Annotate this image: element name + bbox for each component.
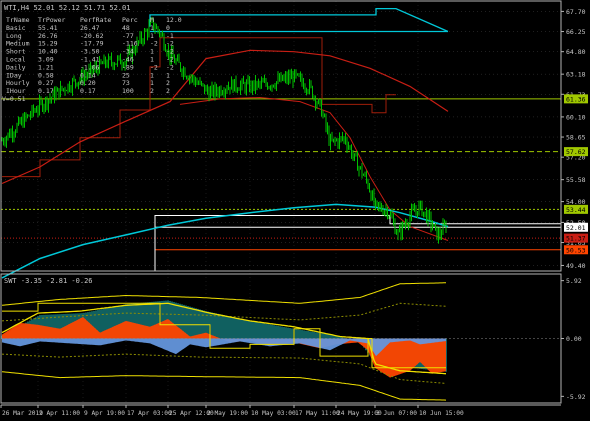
table-cell: 0.17	[80, 87, 96, 95]
table-cell: -1.41	[80, 56, 100, 64]
level-label-text: 57.62	[566, 148, 586, 156]
table-cell: 25	[122, 71, 130, 79]
table-cell: -1.06	[80, 63, 100, 71]
table-cell: 1	[150, 56, 154, 64]
table-cell: 0.58	[38, 71, 54, 79]
price-tick-label: 55.58	[566, 176, 586, 184]
table-cell: IDay	[6, 71, 22, 79]
table-cell: -2	[150, 40, 158, 48]
table-footer: V=0.51	[2, 95, 26, 103]
table-cell: 2	[150, 87, 154, 95]
table-cell: 1	[150, 48, 154, 56]
level-label-text: 50.53	[566, 246, 586, 254]
table-cell: -1	[166, 32, 174, 40]
table-cell: -3.50	[80, 48, 100, 56]
table-cell: 1.21	[38, 63, 54, 71]
price-tick-label: 64.80	[566, 48, 586, 56]
table-header-cell: Perc	[122, 16, 138, 24]
table-cell: -34	[122, 48, 134, 56]
table-cell: 1	[166, 71, 170, 79]
table-header-cell: TrName	[6, 16, 30, 24]
table-cell: -46	[122, 56, 134, 64]
table-cell: -17.79	[80, 40, 104, 48]
price-tick-label: 67.70	[566, 8, 586, 16]
table-header-cell: M	[150, 16, 154, 24]
table-cell: -20.62	[80, 32, 104, 40]
table-cell: Basic	[6, 24, 26, 32]
table-cell: -77	[122, 32, 134, 40]
table-header-cell: TrPower	[38, 16, 65, 24]
price-tick-label: 58.65	[566, 134, 586, 142]
sub-tick-label: 5.92	[566, 277, 582, 285]
level-label-text: 61.36	[566, 95, 586, 103]
table-cell: 26.76	[38, 32, 58, 40]
table-cell: 0	[166, 24, 170, 32]
table-cell: Long	[6, 32, 22, 40]
time-tick-label: 3 Jun 07:00	[376, 410, 417, 417]
table-cell: 15.29	[38, 40, 58, 48]
table-cell: 1	[150, 24, 154, 32]
price-tick-label: 49.40	[566, 262, 586, 270]
price-tick-label: 60.10	[566, 113, 586, 121]
time-tick-label: 10 May 03:00	[251, 410, 296, 417]
time-tick-label: 17 May 11:00	[295, 410, 340, 417]
chart-window: WTI,H4 52.01 52.12 51.71 52.01 TrName TrP…	[0, 0, 590, 421]
table-cell: 0.20	[80, 79, 96, 87]
table-cell: -89	[122, 63, 134, 71]
time-tick-label: 9 Apr 19:00	[84, 410, 125, 417]
table-cell: 2	[166, 87, 170, 95]
table-cell: 48	[122, 24, 130, 32]
table-cell: 26.47	[80, 24, 100, 32]
table-cell: Short	[6, 48, 26, 56]
level-label-text: 53.44	[566, 206, 586, 214]
table-cell: 55.41	[38, 24, 58, 32]
sub-header: SWT -3.35 -2.81 -0.26	[4, 277, 93, 285]
table-cell: IHour	[6, 87, 26, 95]
table-cell: -2	[150, 63, 158, 71]
time-tick-label: 26 Mar 2019	[2, 410, 43, 417]
table-cell: 100	[122, 87, 134, 95]
table-cell: Medium	[6, 40, 30, 48]
main-header: WTI,H4 52.01 52.12 51.71 52.01	[4, 4, 130, 12]
table-cell: -2	[166, 56, 174, 64]
table-cell: 10.40	[38, 48, 58, 56]
time-tick-label: 17 Apr 03:00	[127, 410, 172, 417]
table-cell: 0.17	[38, 87, 54, 95]
time-tick-label: 2 Apr 11:00	[39, 410, 80, 417]
table-cell: -2	[166, 63, 174, 71]
table-cell: -2	[166, 48, 174, 56]
table-cell: -116	[122, 40, 138, 48]
level-label-text: 51.37	[566, 235, 586, 243]
table-cell: -2	[166, 40, 174, 48]
table-header-cell: PerfRate	[80, 16, 111, 24]
table-cell: 0.27	[38, 79, 54, 87]
table-cell: Hourly	[6, 79, 30, 87]
table-cell: 1	[150, 71, 154, 79]
price-tick-label: 63.18	[566, 71, 586, 79]
time-tick-label: 10 Jun 15:00	[419, 410, 464, 417]
time-tick-label: 2 May 19:00	[207, 410, 248, 417]
sub-tick-label: -5.92	[566, 393, 586, 401]
table-cell: 0.14	[80, 71, 96, 79]
table-header-cell: 12.0	[166, 16, 182, 24]
table-cell: Local	[6, 56, 26, 64]
table-cell: Daily	[6, 63, 26, 71]
price-tick-label: 66.25	[566, 28, 586, 36]
table-cell: 2	[166, 79, 170, 87]
table-cell: 1	[150, 79, 154, 87]
table-cell: 3.09	[38, 56, 54, 64]
level-label-text: 52.01	[566, 224, 586, 232]
table-cell: 1	[150, 32, 154, 40]
table-cell: 73	[122, 79, 130, 87]
sub-tick-label: 0.00	[566, 335, 582, 343]
